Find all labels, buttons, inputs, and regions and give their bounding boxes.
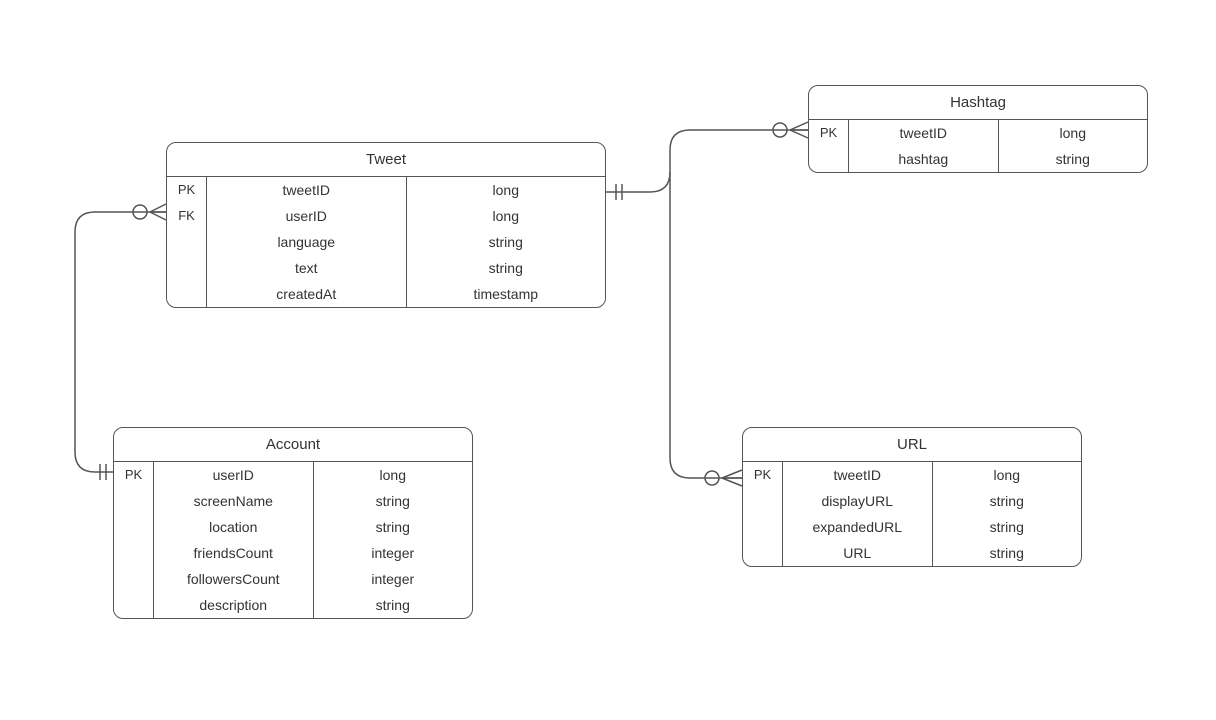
- type-cell: string: [314, 488, 473, 514]
- key-cell: [114, 488, 154, 514]
- table-row: FK userID long: [167, 203, 605, 229]
- name-cell: followersCount: [154, 566, 314, 592]
- key-cell: [743, 488, 783, 514]
- type-cell: long: [314, 462, 473, 488]
- table-row: language string: [167, 229, 605, 255]
- type-cell: long: [407, 177, 606, 203]
- table-row: PK tweetID long: [167, 177, 605, 203]
- type-cell: long: [999, 120, 1148, 146]
- name-cell: screenName: [154, 488, 314, 514]
- table-row: PK userID long: [114, 462, 472, 488]
- type-cell: string: [407, 229, 606, 255]
- type-cell: string: [314, 592, 473, 618]
- name-cell: userID: [207, 203, 407, 229]
- name-cell: tweetID: [207, 177, 407, 203]
- table-row: text string: [167, 255, 605, 281]
- entity-hashtag-title: Hashtag: [809, 86, 1147, 120]
- key-cell: [114, 566, 154, 592]
- key-cell: [743, 514, 783, 540]
- table-row: followersCount integer: [114, 566, 472, 592]
- key-cell: [167, 281, 207, 307]
- name-cell: text: [207, 255, 407, 281]
- key-cell: [114, 514, 154, 540]
- entity-hashtag: Hashtag PK tweetID long hashtag string: [808, 85, 1148, 173]
- key-cell: PK: [809, 120, 849, 146]
- name-cell: location: [154, 514, 314, 540]
- type-cell: long: [933, 462, 1082, 488]
- entity-url: URL PK tweetID long displayURL string ex…: [742, 427, 1082, 567]
- table-row: URL string: [743, 540, 1081, 566]
- entity-account-title: Account: [114, 428, 472, 462]
- table-row: description string: [114, 592, 472, 618]
- key-cell: [167, 255, 207, 281]
- name-cell: friendsCount: [154, 540, 314, 566]
- key-cell: FK: [167, 203, 207, 229]
- name-cell: userID: [154, 462, 314, 488]
- name-cell: expandedURL: [783, 514, 933, 540]
- entity-account: Account PK userID long screenName string…: [113, 427, 473, 619]
- type-cell: string: [314, 514, 473, 540]
- type-cell: string: [999, 146, 1148, 172]
- key-cell: PK: [114, 462, 154, 488]
- type-cell: string: [933, 514, 1082, 540]
- table-row: createdAt timestamp: [167, 281, 605, 307]
- name-cell: tweetID: [849, 120, 999, 146]
- key-cell: [114, 592, 154, 618]
- key-cell: [167, 229, 207, 255]
- type-cell: integer: [314, 540, 473, 566]
- key-cell: PK: [743, 462, 783, 488]
- table-row: location string: [114, 514, 472, 540]
- name-cell: displayURL: [783, 488, 933, 514]
- key-cell: [743, 540, 783, 566]
- entity-tweet: Tweet PK tweetID long FK userID long lan…: [166, 142, 606, 308]
- name-cell: URL: [783, 540, 933, 566]
- name-cell: language: [207, 229, 407, 255]
- key-cell: PK: [167, 177, 207, 203]
- table-row: friendsCount integer: [114, 540, 472, 566]
- type-cell: string: [407, 255, 606, 281]
- table-row: PK tweetID long: [809, 120, 1147, 146]
- key-cell: [114, 540, 154, 566]
- name-cell: description: [154, 592, 314, 618]
- name-cell: hashtag: [849, 146, 999, 172]
- entity-url-title: URL: [743, 428, 1081, 462]
- type-cell: string: [933, 540, 1082, 566]
- type-cell: long: [407, 203, 606, 229]
- table-row: displayURL string: [743, 488, 1081, 514]
- table-row: expandedURL string: [743, 514, 1081, 540]
- type-cell: string: [933, 488, 1082, 514]
- name-cell: tweetID: [783, 462, 933, 488]
- table-row: hashtag string: [809, 146, 1147, 172]
- key-cell: [809, 146, 849, 172]
- table-row: screenName string: [114, 488, 472, 514]
- type-cell: integer: [314, 566, 473, 592]
- entity-tweet-title: Tweet: [167, 143, 605, 177]
- table-row: PK tweetID long: [743, 462, 1081, 488]
- name-cell: createdAt: [207, 281, 407, 307]
- type-cell: timestamp: [407, 281, 606, 307]
